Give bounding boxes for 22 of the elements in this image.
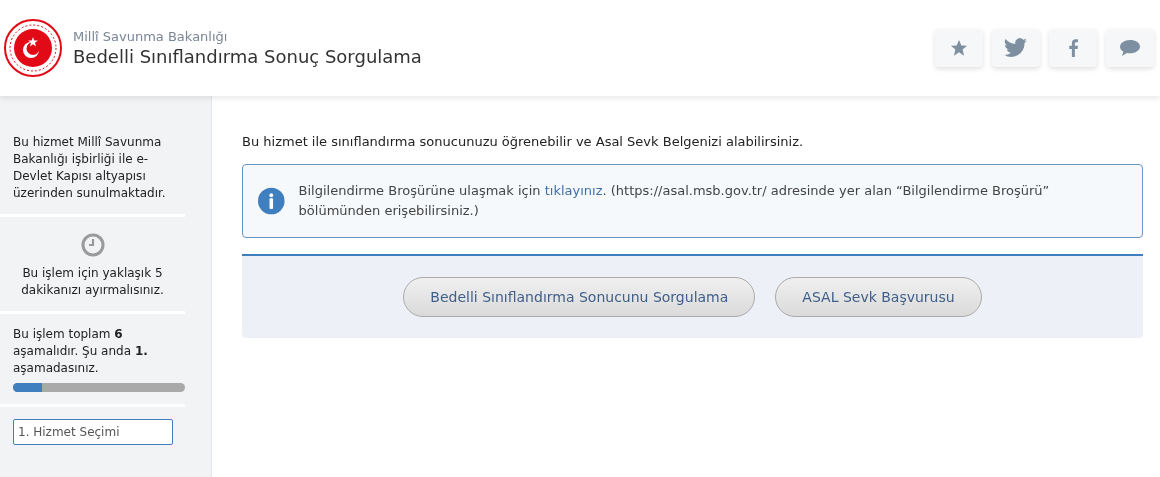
emblem-logo: [3, 18, 63, 78]
comment-button[interactable]: [1106, 29, 1154, 67]
duration-text: Bu işlem için yaklaşık 5 dakikanızı ayırmalısınız.: [20, 265, 165, 299]
favorite-button[interactable]: [935, 29, 983, 67]
page-title: Bedelli Sınıflandırma Sonuç Sorgulama: [73, 46, 423, 67]
brochure-link[interactable]: tıklayınız: [544, 183, 603, 198]
intro-text: Bu hizmet ile sınıflandırma sonucunuzu öğrenebilir ve Asal Sevk Belgenizi alabilirsiniz.: [242, 134, 805, 149]
speech-bubble-icon: [1119, 39, 1141, 57]
application-button[interactable]: ASAL Sevk Başvurusu: [775, 277, 982, 317]
facebook-share-button[interactable]: [1049, 29, 1097, 67]
step-item[interactable]: 1. Hizmet Seçimi: [13, 419, 173, 445]
info-text: Bilgilendirme Broşürüne ulaşmak için tıklayınız. (https://asal.msb.gov.tr/ adresinde yer alan “Bilgilendirme Broşürü” bölümünden erişebilirsiniz.): [298, 182, 1051, 220]
progress-text: Bu işlem toplam 6 aşamalıdır. Şu anda 1. aşamadasınız.: [13, 326, 149, 377]
info-icon: [258, 186, 285, 216]
organization-name: Millî Savunma Bakanlığı: [73, 29, 229, 44]
facebook-icon: [1068, 39, 1078, 57]
twitter-share-button[interactable]: [992, 29, 1040, 67]
service-info-text: Bu hizmet Millî Savunma Bakanlığı işbirliği ile e-Devlet Kapısı altyapısı üzerinden sunulmaktadır.: [13, 134, 167, 202]
star-icon: [950, 39, 968, 57]
bird-icon: [1004, 38, 1028, 58]
query-result-button[interactable]: Bedelli Sınıflandırma Sonucunu Sorgulama: [403, 277, 756, 317]
clock-icon: [80, 233, 105, 257]
